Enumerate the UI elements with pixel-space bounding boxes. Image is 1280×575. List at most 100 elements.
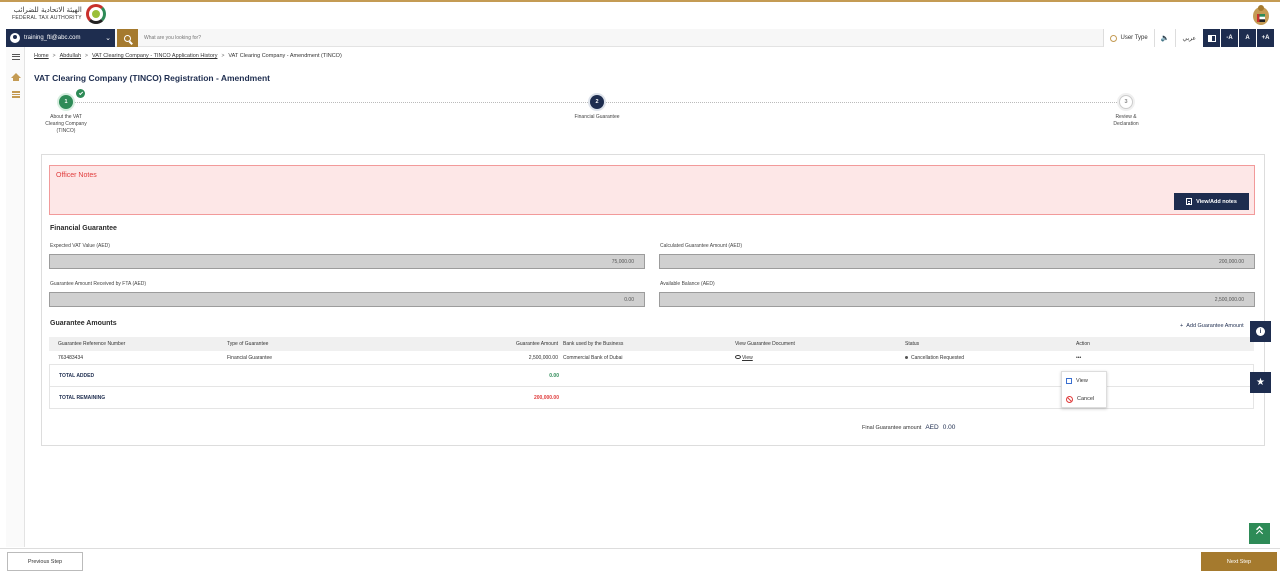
- uae-emblem-icon: [1253, 5, 1269, 25]
- bank-cell: Commercial Bank of Dubai: [563, 354, 623, 361]
- rail-home[interactable]: [6, 66, 25, 85]
- financial-guarantee-title: Financial Guarantee: [50, 225, 117, 232]
- officer-notes-title: Officer Notes: [56, 172, 97, 179]
- info-icon: i: [1256, 327, 1265, 336]
- view-document-cell: View: [735, 355, 905, 361]
- plus-icon: +: [1180, 323, 1184, 329]
- calculated-guarantee-label: Calculated Guarantee Amount (AED): [660, 243, 742, 249]
- rail-list[interactable]: [6, 85, 25, 104]
- user-type-icon: [1110, 34, 1118, 42]
- guarantee-amounts-title: Guarantee Amounts: [50, 320, 117, 327]
- total-remaining-value: 200,000.00: [533, 394, 559, 401]
- column-header: View Guarantee Document: [735, 341, 795, 347]
- scroll-to-top-button[interactable]: [1249, 523, 1270, 544]
- search-icon: [124, 34, 131, 42]
- column-header: Bank used by the Business: [563, 341, 624, 347]
- view-add-notes-button[interactable]: View/Add notes: [1174, 193, 1249, 210]
- view-document-link[interactable]: View: [742, 355, 753, 361]
- final-guarantee-amount: Final Guarantee amount AED 0.00: [862, 424, 955, 431]
- guarantee-ref-cell: 763483434: [58, 354, 84, 361]
- expected-vat-label: Expected VAT Value (AED): [50, 243, 110, 249]
- breadcrumb-separator: >: [85, 53, 88, 59]
- step-2-label: Financial Guarantee: [574, 114, 620, 120]
- table-header: Guarantee Reference Number Type of Guara…: [49, 337, 1254, 351]
- contrast-button[interactable]: [1202, 29, 1220, 47]
- left-rail: [6, 47, 25, 547]
- logo-english-text: FEDERAL TAX AUTHORITY: [12, 15, 82, 21]
- final-guarantee-label: Final Guarantee amount: [862, 425, 922, 431]
- breadcrumb-current: VAT Clearing Company - Amendment (TINCO): [228, 53, 342, 59]
- guarantee-type-cell: Financial Guarantee: [227, 354, 273, 361]
- logo-arabic-text: الهيئة الاتحادية للضرائب: [13, 6, 82, 14]
- text-to-speech-button[interactable]: 🔈: [1153, 29, 1176, 47]
- user-type-selector[interactable]: User Type: [1103, 29, 1154, 47]
- site-header: الهيئة الاتحادية للضرائب FEDERAL TAX AUT…: [0, 2, 1280, 29]
- user-menu[interactable]: training_fti@abc.com ⌄: [6, 29, 115, 47]
- next-step-button[interactable]: Next Step: [1201, 552, 1277, 571]
- language-toggle[interactable]: عربي: [1175, 29, 1202, 47]
- edit-icon: [1066, 378, 1072, 384]
- favorite-button[interactable]: ★: [1250, 372, 1271, 393]
- total-remaining-label: TOTAL REMAINING: [59, 394, 106, 401]
- font-decrease-button[interactable]: -A: [1220, 29, 1238, 47]
- star-icon: ★: [1256, 376, 1265, 388]
- calculated-guarantee-field: 200,000.00: [659, 254, 1255, 269]
- chevron-down-icon: ⌄: [105, 35, 111, 42]
- total-added-value: 0.00: [549, 372, 559, 379]
- total-added-label: TOTAL ADDED: [59, 372, 95, 379]
- previous-step-button[interactable]: Previous Step: [7, 552, 83, 571]
- status-dot-icon: [905, 355, 908, 359]
- dropdown-view-item[interactable]: View: [1062, 372, 1106, 390]
- top-navbar: training_fti@abc.com ⌄ User Type 🔈 عربي …: [6, 29, 1274, 47]
- available-balance-field: 2,500,000.00: [659, 292, 1255, 307]
- eye-icon: [735, 355, 741, 360]
- action-menu-button[interactable]: •••: [1076, 355, 1254, 361]
- info-button[interactable]: i: [1250, 321, 1271, 342]
- cancel-icon: [1066, 395, 1073, 403]
- final-guarantee-value: 0.00: [942, 424, 956, 431]
- action-dropdown: View Cancel: [1061, 371, 1107, 408]
- font-increase-button[interactable]: +A: [1256, 29, 1274, 47]
- double-chevron-up-icon: [1255, 529, 1264, 538]
- user-type-label: User Type: [1120, 35, 1148, 41]
- officer-notes-panel: Officer Notes View/Add notes: [49, 165, 1255, 215]
- breadcrumb-separator: >: [52, 53, 56, 59]
- step-complete-check-icon: [76, 89, 85, 98]
- search-button[interactable]: [117, 29, 138, 47]
- breadcrumb-history[interactable]: VAT Clearing Company - TINCO Application…: [92, 53, 218, 59]
- breadcrumb-home[interactable]: Home: [34, 53, 49, 59]
- contrast-icon: [1207, 34, 1216, 42]
- status-cell: Cancellation Requested: [905, 355, 1076, 361]
- language-label: عربي: [1182, 35, 1196, 42]
- amount-received-field: 0.00: [49, 292, 645, 307]
- nav-right-tools: User Type 🔈 عربي -A A +A: [1103, 29, 1274, 47]
- column-header: Status: [905, 341, 920, 347]
- breadcrumb-separator: >: [221, 53, 225, 59]
- notes-icon: [1186, 198, 1193, 205]
- expected-vat-field: 75,000.00: [49, 254, 645, 269]
- column-header: Type of Guarantee: [227, 341, 269, 347]
- final-guarantee-currency: AED: [925, 424, 939, 431]
- user-email: training_fti@abc.com: [24, 35, 81, 41]
- search-input[interactable]: [144, 32, 444, 44]
- step-1-circle[interactable]: 1: [59, 95, 73, 109]
- step-2-circle[interactable]: 2: [590, 95, 604, 109]
- add-guarantee-amount-link[interactable]: + Add Guarantee Amount: [1180, 323, 1254, 329]
- page-title: VAT Clearing Company (TINCO) Registratio…: [34, 73, 270, 83]
- dropdown-cancel-item[interactable]: Cancel: [1062, 390, 1106, 408]
- column-header: Action: [1076, 341, 1090, 347]
- breadcrumb-dashboard[interactable]: Abdullah: [60, 53, 81, 59]
- amount-received-label: Guarantee Amount Received by FTA (AED): [50, 281, 147, 287]
- breadcrumb: Home > Abdullah > VAT Clearing Company -…: [34, 53, 342, 59]
- menu-toggle[interactable]: [6, 47, 25, 66]
- font-normal-button[interactable]: A: [1238, 29, 1256, 47]
- step-3-circle[interactable]: 3: [1119, 95, 1133, 109]
- step-1-label: About the VAT Clearing Company (TINCO): [45, 114, 87, 134]
- footer-bar: Previous Step Next Step: [0, 548, 1280, 575]
- logo-mark-icon: [85, 4, 106, 24]
- menu-icon: [11, 53, 20, 60]
- user-avatar-icon: [10, 33, 20, 43]
- status-text: Cancellation Requested: [911, 354, 965, 361]
- fta-logo[interactable]: الهيئة الاتحادية للضرائب FEDERAL TAX AUT…: [12, 4, 106, 24]
- guarantee-amount-cell: 2,500,000.00: [528, 354, 558, 361]
